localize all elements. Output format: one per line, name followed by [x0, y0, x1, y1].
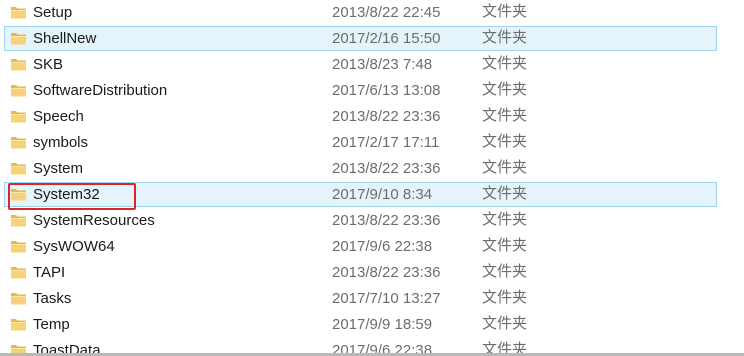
- file-type: 文件夹: [482, 3, 528, 20]
- file-modified-date: 2013/8/22 22:45: [332, 4, 441, 21]
- file-modified-date: 2017/9/10 8:34: [332, 186, 433, 203]
- file-type: 文件夹: [482, 211, 528, 228]
- list-item[interactable]: Tasks 2017/7/10 13:27 文件夹: [4, 286, 717, 311]
- file-type: 文件夹: [482, 315, 528, 332]
- file-name: Temp: [33, 316, 70, 333]
- folder-icon: [10, 316, 27, 332]
- file-modified-date: 2013/8/23 7:48: [332, 56, 433, 73]
- file-type: 文件夹: [482, 159, 528, 176]
- file-modified-date: 2017/6/13 13:08: [332, 82, 441, 99]
- file-type: 文件夹: [482, 263, 528, 280]
- folder-icon: [10, 108, 27, 124]
- list-item[interactable]: Setup 2013/8/22 22:45 文件夹: [4, 0, 717, 25]
- file-name: SystemResources: [33, 212, 155, 229]
- file-list: Setup 2013/8/22 22:45 文件夹 ShellNew 2017/…: [0, 0, 744, 356]
- file-modified-date: 2017/2/17 17:11: [332, 134, 440, 151]
- file-name: Setup: [33, 4, 73, 21]
- list-item[interactable]: symbols 2017/2/17 17:11 文件夹: [4, 130, 717, 155]
- list-item[interactable]: Temp 2017/9/9 18:59 文件夹: [4, 312, 717, 337]
- file-type: 文件夹: [482, 81, 528, 98]
- folder-icon: [10, 238, 27, 254]
- list-item[interactable]: SoftwareDistribution 2017/6/13 13:08 文件夹: [4, 78, 717, 103]
- folder-icon: [10, 290, 27, 306]
- file-name: Tasks: [33, 290, 72, 307]
- folder-icon: [10, 160, 27, 176]
- file-name: symbols: [33, 134, 89, 151]
- file-type: 文件夹: [482, 55, 528, 72]
- folder-icon: [10, 56, 27, 72]
- file-name: TAPI: [33, 264, 66, 281]
- file-modified-date: 2017/9/6 22:38: [332, 238, 433, 255]
- file-type: 文件夹: [482, 237, 528, 254]
- file-modified-date: 2013/8/22 23:36: [332, 108, 441, 125]
- file-type: 文件夹: [482, 185, 528, 202]
- folder-icon: [10, 4, 27, 20]
- file-modified-date: 2017/7/10 13:27: [332, 290, 441, 307]
- file-modified-date: 2013/8/22 23:36: [332, 212, 441, 229]
- list-item[interactable]: SKB 2013/8/23 7:48 文件夹: [4, 52, 717, 77]
- file-name: SoftwareDistribution: [33, 82, 168, 99]
- file-name: ShellNew: [33, 30, 97, 47]
- list-item[interactable]: SystemResources 2013/8/22 23:36 文件夹: [4, 208, 717, 233]
- file-type: 文件夹: [482, 107, 528, 124]
- folder-icon: [10, 82, 27, 98]
- file-type: 文件夹: [482, 289, 528, 306]
- file-modified-date: 2017/2/16 15:50: [332, 30, 441, 47]
- list-item[interactable]: SysWOW64 2017/9/6 22:38 文件夹: [4, 234, 717, 259]
- red-highlight-annotation: [8, 183, 136, 210]
- file-name: Speech: [33, 108, 84, 125]
- file-type: 文件夹: [482, 133, 528, 150]
- file-name: System: [33, 160, 84, 177]
- list-item[interactable]: System 2013/8/22 23:36 文件夹: [4, 156, 717, 181]
- file-name: SysWOW64: [33, 238, 115, 255]
- folder-icon: [10, 264, 27, 280]
- folder-icon: [10, 212, 27, 228]
- file-modified-date: 2013/8/22 23:36: [332, 160, 441, 177]
- list-item[interactable]: TAPI 2013/8/22 23:36 文件夹: [4, 260, 717, 285]
- folder-icon: [10, 134, 27, 150]
- list-item[interactable]: ShellNew 2017/2/16 15:50 文件夹: [4, 26, 717, 51]
- file-type: 文件夹: [482, 29, 528, 46]
- file-name: SKB: [33, 56, 64, 73]
- list-item[interactable]: Speech 2013/8/22 23:36 文件夹: [4, 104, 717, 129]
- folder-icon: [10, 30, 27, 46]
- file-modified-date: 2013/8/22 23:36: [332, 264, 441, 281]
- file-modified-date: 2017/9/9 18:59: [332, 316, 433, 333]
